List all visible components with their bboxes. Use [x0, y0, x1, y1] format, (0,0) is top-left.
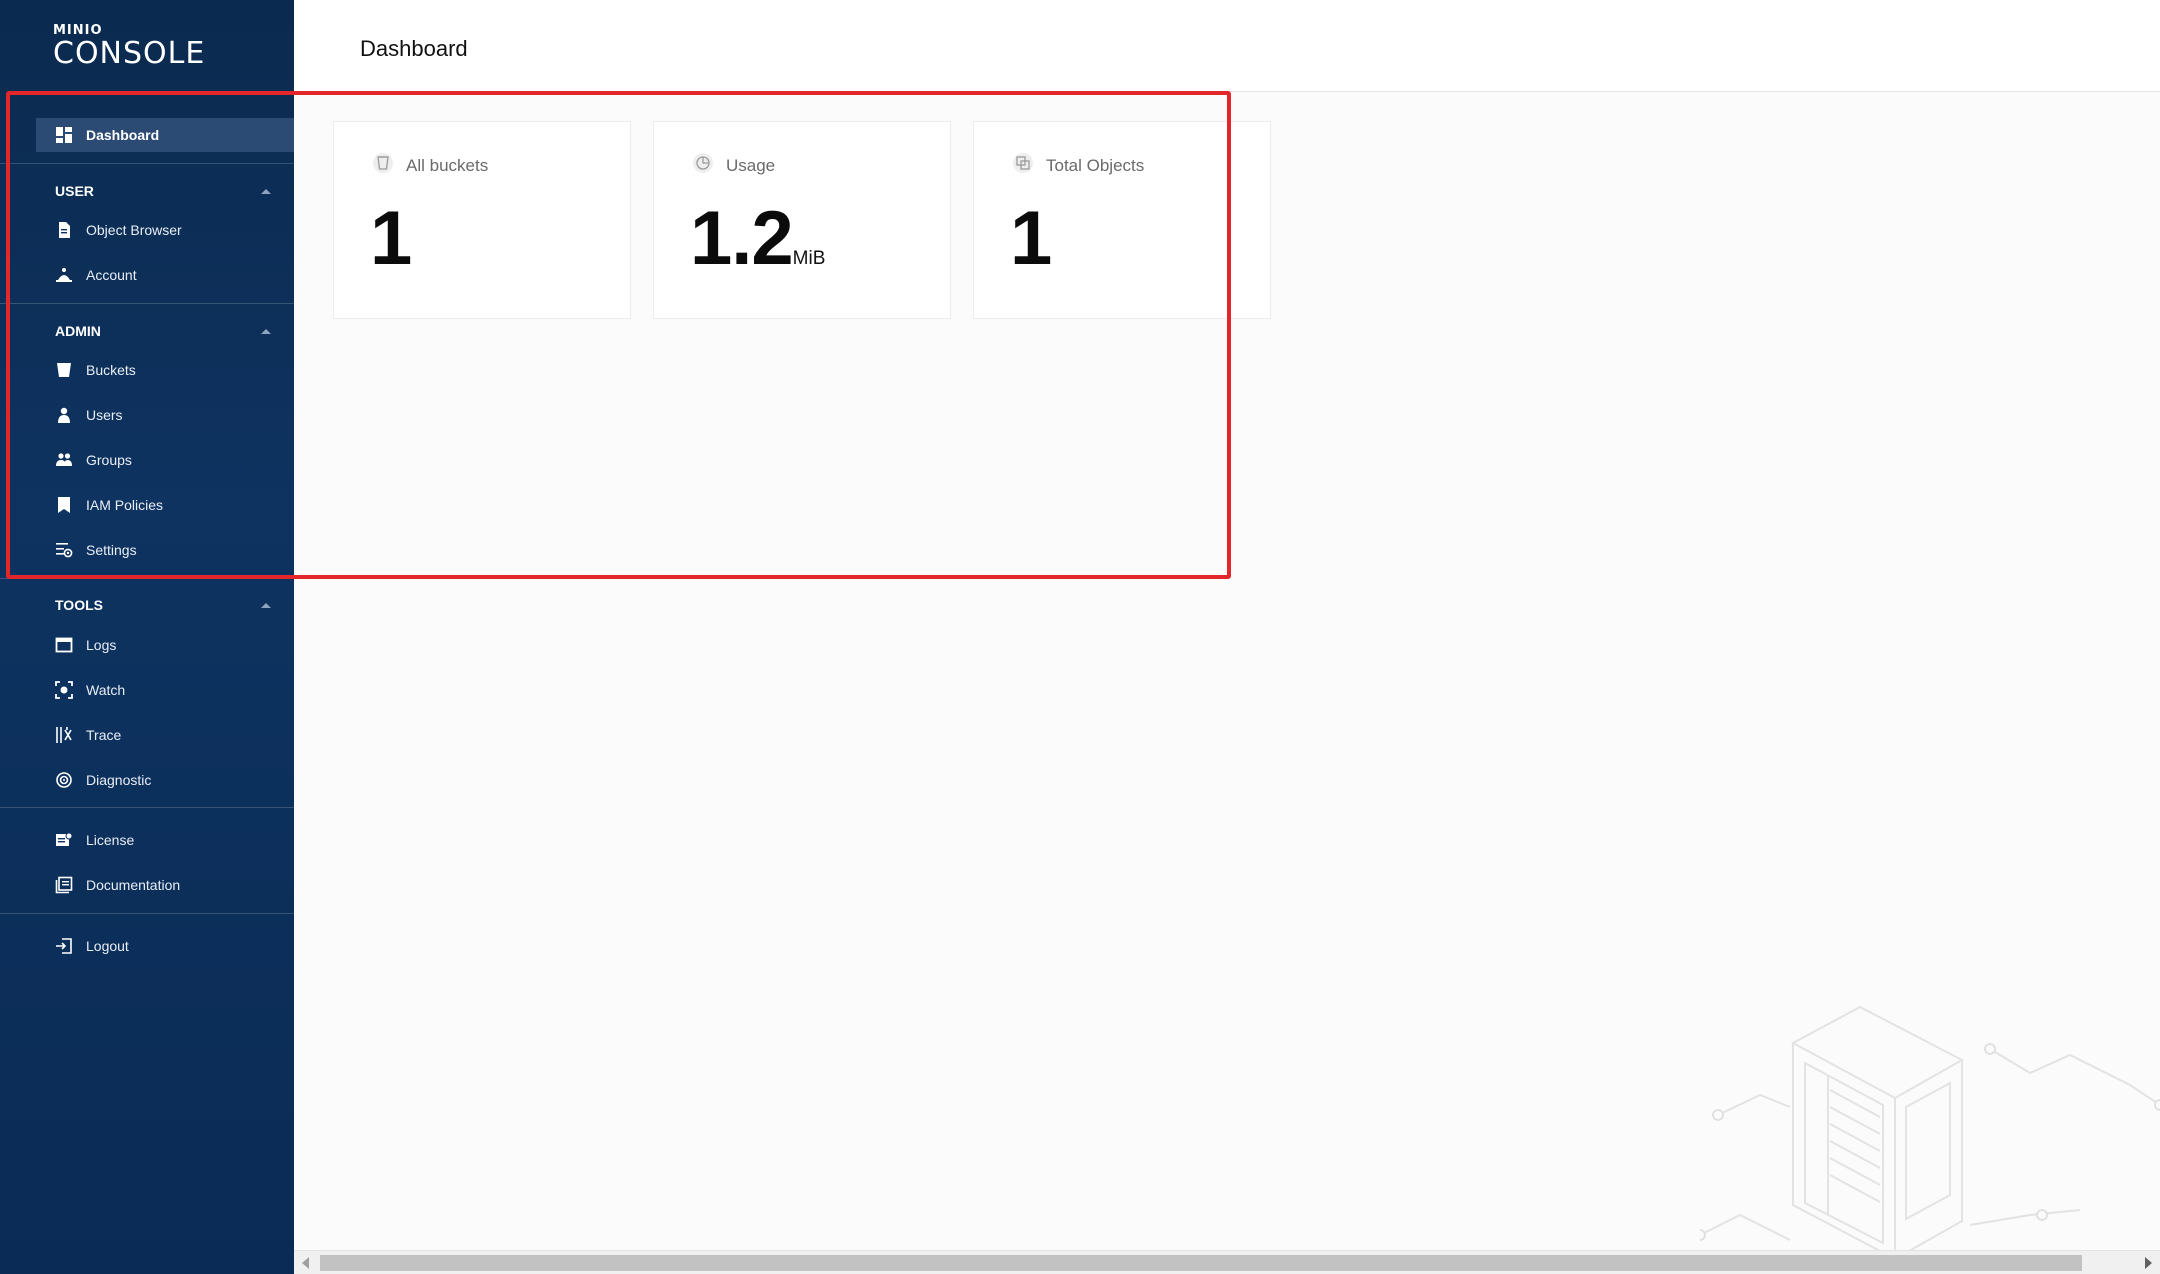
scrollbar-thumb[interactable] — [320, 1255, 2082, 1271]
chevron-up-icon — [261, 328, 271, 334]
pie-chart-icon — [692, 152, 714, 179]
value-unit: MiB — [792, 248, 826, 269]
value-number: 1 — [1010, 196, 1052, 281]
sidebar-item-groups[interactable]: Groups — [36, 443, 294, 477]
sidebar-item-buckets[interactable]: Buckets — [36, 353, 294, 387]
bookmark-icon — [54, 495, 74, 515]
sidebar-item-documentation[interactable]: Documentation — [36, 868, 294, 902]
top-bar: Dashboard — [294, 0, 2160, 92]
sidebar-item-dashboard[interactable]: Dashboard — [36, 118, 294, 152]
sidebar: MINIO CONSOLE Dashboard USER Object Brow… — [0, 0, 294, 1274]
sidebar-item-label: License — [86, 832, 135, 848]
card-value: 1.2MiB — [690, 194, 825, 304]
value-number: 1 — [370, 196, 412, 281]
sidebar-item-object-browser[interactable]: Object Browser — [36, 213, 294, 247]
card-label: Usage — [726, 155, 776, 175]
page-title: Dashboard — [360, 36, 468, 61]
trace-icon — [54, 725, 74, 745]
sidebar-item-watch[interactable]: Watch — [36, 673, 294, 707]
sidebar-item-label: Diagnostic — [86, 772, 152, 788]
card-header: Total Objects — [1012, 152, 1144, 179]
section-user-toggle[interactable]: USER — [55, 181, 275, 201]
sidebar-item-logs[interactable]: Logs — [36, 628, 294, 662]
divider — [0, 303, 294, 304]
sidebar-item-label: Settings — [86, 542, 137, 558]
scroll-right-icon[interactable] — [2145, 1257, 2152, 1269]
card-header: All buckets — [372, 152, 488, 179]
user-icon — [54, 405, 74, 425]
sidebar-item-label: Account — [86, 267, 137, 283]
sidebar-item-label: Buckets — [86, 362, 136, 378]
sidebar-item-trace[interactable]: Trace — [36, 718, 294, 752]
divider — [0, 163, 294, 164]
watch-icon — [54, 680, 74, 700]
group-icon — [54, 450, 74, 470]
sidebar-item-label: Users — [86, 407, 123, 423]
divider — [0, 578, 294, 579]
section-title: ADMIN — [55, 323, 101, 339]
logs-icon — [54, 635, 74, 655]
documentation-icon — [54, 875, 74, 895]
objects-icon — [1012, 152, 1034, 179]
chevron-up-icon — [261, 602, 271, 608]
settings-icon — [54, 540, 74, 560]
sidebar-item-account[interactable]: Account — [36, 258, 294, 292]
sidebar-item-label: Trace — [86, 727, 122, 743]
card-value: 1 — [370, 194, 412, 304]
all-buckets-card: All buckets 1 — [333, 121, 631, 319]
account-icon — [54, 265, 74, 285]
document-icon — [54, 220, 74, 240]
sidebar-item-users[interactable]: Users — [36, 398, 294, 432]
sidebar-item-diagnostic[interactable]: Diagnostic — [36, 763, 294, 797]
sidebar-item-label: Dashboard — [86, 127, 160, 143]
section-tools-toggle[interactable]: TOOLS — [55, 595, 275, 615]
card-label: All buckets — [406, 155, 489, 175]
sidebar-item-license[interactable]: License — [36, 823, 294, 857]
section-title: USER — [55, 183, 94, 199]
minio-console-logo[interactable]: MINIO CONSOLE — [53, 24, 205, 70]
card-header: Usage — [692, 152, 775, 179]
sidebar-item-label: Groups — [86, 452, 132, 468]
section-admin-toggle[interactable]: ADMIN — [55, 321, 275, 341]
card-label: Total Objects — [1046, 155, 1145, 175]
license-icon — [54, 830, 74, 850]
logout-icon — [54, 936, 74, 956]
sidebar-item-iam-policies[interactable]: IAM Policies — [36, 488, 294, 522]
section-title: TOOLS — [55, 597, 103, 613]
sidebar-item-label: Documentation — [86, 877, 181, 893]
diagnostic-icon — [54, 770, 74, 790]
horizontal-scrollbar[interactable] — [294, 1250, 2160, 1274]
sidebar-item-label: Object Browser — [86, 222, 182, 238]
bucket-icon — [54, 360, 74, 380]
sidebar-item-settings[interactable]: Settings — [36, 533, 294, 567]
logo-product: CONSOLE — [53, 36, 206, 71]
usage-card: Usage 1.2MiB — [653, 121, 951, 319]
value-number: 1.2 — [690, 196, 794, 281]
sidebar-item-logout[interactable]: Logout — [36, 929, 294, 963]
chevron-up-icon — [261, 188, 271, 194]
scroll-left-icon[interactable] — [302, 1257, 309, 1269]
sidebar-item-label: Logs — [86, 637, 117, 653]
sidebar-item-label: Logout — [86, 938, 129, 954]
sidebar-item-label: Watch — [86, 682, 126, 698]
dashboard-icon — [54, 125, 74, 145]
sidebar-item-label: IAM Policies — [86, 497, 164, 513]
divider — [0, 913, 294, 914]
total-objects-card: Total Objects 1 — [973, 121, 1271, 319]
divider — [0, 807, 294, 808]
server-illustration — [1700, 1005, 2160, 1250]
bucket-icon — [372, 152, 394, 179]
card-value: 1 — [1010, 194, 1052, 304]
